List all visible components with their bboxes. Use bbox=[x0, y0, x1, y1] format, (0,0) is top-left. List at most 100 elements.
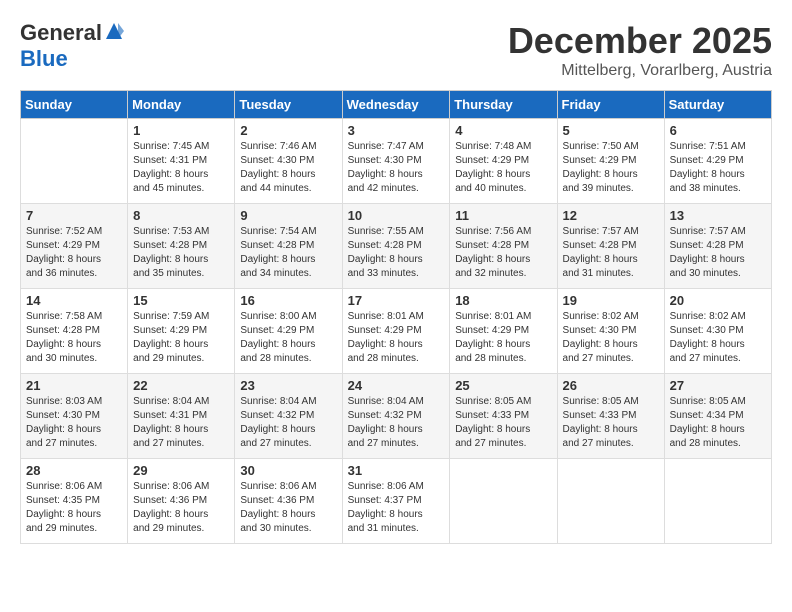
day-number: 10 bbox=[348, 208, 445, 223]
cell-content: Sunrise: 7:57 AMSunset: 4:28 PMDaylight:… bbox=[563, 225, 659, 281]
logo: General Blue bbox=[20, 20, 124, 72]
cell-content: Sunrise: 8:05 AMSunset: 4:34 PMDaylight:… bbox=[670, 395, 766, 451]
day-number: 8 bbox=[133, 208, 229, 223]
calendar-cell: 14 Sunrise: 7:58 AMSunset: 4:28 PMDayligh… bbox=[21, 289, 128, 374]
calendar-cell bbox=[21, 119, 128, 204]
location-text: Mittelberg, Vorarlberg, Austria bbox=[508, 62, 772, 80]
calendar-day-header: Wednesday bbox=[342, 91, 450, 119]
cell-content: Sunrise: 8:04 AMSunset: 4:32 PMDaylight:… bbox=[348, 395, 445, 451]
calendar-cell: 9 Sunrise: 7:54 AMSunset: 4:28 PMDaylight… bbox=[235, 204, 342, 289]
calendar-cell: 30Sunrise: 8:06 AMSunset: 4:36 PMDayligh… bbox=[235, 459, 342, 544]
calendar-cell: 31 Sunrise: 8:06 AMSunset: 4:37 PMDayligh… bbox=[342, 459, 450, 544]
day-number: 30 bbox=[240, 463, 336, 478]
day-number: 26 bbox=[563, 378, 659, 393]
calendar-cell: 7 Sunrise: 7:52 AMSunset: 4:29 PMDaylight… bbox=[21, 204, 128, 289]
cell-content: Sunrise: 8:04 AMSunset: 4:31 PMDaylight:… bbox=[133, 395, 229, 451]
day-number: 21 bbox=[26, 378, 122, 393]
day-number: 22 bbox=[133, 378, 229, 393]
calendar-cell: 20 Sunrise: 8:02 AMSunset: 4:30 PMDayligh… bbox=[664, 289, 771, 374]
cell-content: Sunrise: 7:53 AMSunset: 4:28 PMDaylight:… bbox=[133, 225, 229, 281]
calendar-week-row: 7 Sunrise: 7:52 AMSunset: 4:29 PMDaylight… bbox=[21, 204, 772, 289]
calendar-week-row: 1 Sunrise: 7:45 AMSunset: 4:31 PMDaylight… bbox=[21, 119, 772, 204]
day-number: 23 bbox=[240, 378, 336, 393]
cell-content: Sunrise: 8:00 AMSunset: 4:29 PMDaylight:… bbox=[240, 310, 336, 366]
calendar-cell: 27 Sunrise: 8:05 AMSunset: 4:34 PMDayligh… bbox=[664, 374, 771, 459]
day-number: 4 bbox=[455, 123, 551, 138]
cell-content: Sunrise: 7:56 AMSunset: 4:28 PMDaylight:… bbox=[455, 225, 551, 281]
title-block: December 2025 Mittelberg, Vorarlberg, Au… bbox=[508, 20, 772, 80]
cell-content: Sunrise: 8:06 AMSunset: 4:36 PMDaylight:… bbox=[133, 480, 229, 536]
calendar-week-row: 21 Sunrise: 8:03 AMSunset: 4:30 PMDayligh… bbox=[21, 374, 772, 459]
cell-content: Sunrise: 7:52 AMSunset: 4:29 PMDaylight:… bbox=[26, 225, 122, 281]
calendar-cell: 10 Sunrise: 7:55 AMSunset: 4:28 PMDayligh… bbox=[342, 204, 450, 289]
calendar-cell: 21 Sunrise: 8:03 AMSunset: 4:30 PMDayligh… bbox=[21, 374, 128, 459]
day-number: 24 bbox=[348, 378, 445, 393]
day-number: 6 bbox=[670, 123, 766, 138]
cell-content: Sunrise: 8:04 AMSunset: 4:32 PMDaylight:… bbox=[240, 395, 336, 451]
calendar-cell: 19 Sunrise: 8:02 AMSunset: 4:30 PMDayligh… bbox=[557, 289, 664, 374]
cell-content: Sunrise: 7:51 AMSunset: 4:29 PMDaylight:… bbox=[670, 140, 766, 196]
calendar-cell: 2 Sunrise: 7:46 AMSunset: 4:30 PMDaylight… bbox=[235, 119, 342, 204]
calendar-week-row: 14 Sunrise: 7:58 AMSunset: 4:28 PMDayligh… bbox=[21, 289, 772, 374]
calendar-cell: 22 Sunrise: 8:04 AMSunset: 4:31 PMDayligh… bbox=[128, 374, 235, 459]
cell-content: Sunrise: 7:48 AMSunset: 4:29 PMDaylight:… bbox=[455, 140, 551, 196]
calendar-day-header: Monday bbox=[128, 91, 235, 119]
cell-content: Sunrise: 8:05 AMSunset: 4:33 PMDaylight:… bbox=[563, 395, 659, 451]
day-number: 5 bbox=[563, 123, 659, 138]
page-header: General Blue December 2025 Mittelberg, V… bbox=[20, 20, 772, 80]
cell-content: Sunrise: 7:58 AMSunset: 4:28 PMDaylight:… bbox=[26, 310, 122, 366]
calendar-cell: 17 Sunrise: 8:01 AMSunset: 4:29 PMDayligh… bbox=[342, 289, 450, 374]
cell-content: Sunrise: 8:03 AMSunset: 4:30 PMDaylight:… bbox=[26, 395, 122, 451]
day-number: 7 bbox=[26, 208, 122, 223]
day-number: 13 bbox=[670, 208, 766, 223]
cell-content: Sunrise: 8:01 AMSunset: 4:29 PMDaylight:… bbox=[455, 310, 551, 366]
day-number: 2 bbox=[240, 123, 336, 138]
calendar-cell: 4 Sunrise: 7:48 AMSunset: 4:29 PMDaylight… bbox=[450, 119, 557, 204]
month-title: December 2025 bbox=[508, 20, 772, 62]
calendar-cell: 24 Sunrise: 8:04 AMSunset: 4:32 PMDayligh… bbox=[342, 374, 450, 459]
cell-content: Sunrise: 7:46 AMSunset: 4:30 PMDaylight:… bbox=[240, 140, 336, 196]
calendar-cell: 16 Sunrise: 8:00 AMSunset: 4:29 PMDayligh… bbox=[235, 289, 342, 374]
calendar-cell bbox=[450, 459, 557, 544]
calendar-cell: 25Sunrise: 8:05 AMSunset: 4:33 PMDayligh… bbox=[450, 374, 557, 459]
cell-content: Sunrise: 8:02 AMSunset: 4:30 PMDaylight:… bbox=[563, 310, 659, 366]
calendar-cell: 15Sunrise: 7:59 AMSunset: 4:29 PMDayligh… bbox=[128, 289, 235, 374]
cell-content: Sunrise: 8:01 AMSunset: 4:29 PMDaylight:… bbox=[348, 310, 445, 366]
calendar-cell: 13 Sunrise: 7:57 AMSunset: 4:28 PMDayligh… bbox=[664, 204, 771, 289]
cell-content: Sunrise: 7:55 AMSunset: 4:28 PMDaylight:… bbox=[348, 225, 445, 281]
cell-content: Sunrise: 7:45 AMSunset: 4:31 PMDaylight:… bbox=[133, 140, 229, 196]
calendar-cell: 11Sunrise: 7:56 AMSunset: 4:28 PMDayligh… bbox=[450, 204, 557, 289]
calendar-cell: 29Sunrise: 8:06 AMSunset: 4:36 PMDayligh… bbox=[128, 459, 235, 544]
day-number: 1 bbox=[133, 123, 229, 138]
cell-content: Sunrise: 7:50 AMSunset: 4:29 PMDaylight:… bbox=[563, 140, 659, 196]
cell-content: Sunrise: 7:47 AMSunset: 4:30 PMDaylight:… bbox=[348, 140, 445, 196]
day-number: 14 bbox=[26, 293, 122, 308]
day-number: 9 bbox=[240, 208, 336, 223]
cell-content: Sunrise: 8:05 AMSunset: 4:33 PMDaylight:… bbox=[455, 395, 551, 451]
day-number: 16 bbox=[240, 293, 336, 308]
cell-content: Sunrise: 8:06 AMSunset: 4:37 PMDaylight:… bbox=[348, 480, 445, 536]
calendar-cell: 12Sunrise: 7:57 AMSunset: 4:28 PMDayligh… bbox=[557, 204, 664, 289]
calendar-week-row: 28Sunrise: 8:06 AMSunset: 4:35 PMDayligh… bbox=[21, 459, 772, 544]
calendar-day-header: Tuesday bbox=[235, 91, 342, 119]
day-number: 27 bbox=[670, 378, 766, 393]
calendar-cell: 1 Sunrise: 7:45 AMSunset: 4:31 PMDaylight… bbox=[128, 119, 235, 204]
day-number: 17 bbox=[348, 293, 445, 308]
calendar-cell: 18Sunrise: 8:01 AMSunset: 4:29 PMDayligh… bbox=[450, 289, 557, 374]
day-number: 31 bbox=[348, 463, 445, 478]
calendar-cell: 5 Sunrise: 7:50 AMSunset: 4:29 PMDaylight… bbox=[557, 119, 664, 204]
logo-icon bbox=[104, 21, 124, 41]
calendar-cell: 8 Sunrise: 7:53 AMSunset: 4:28 PMDaylight… bbox=[128, 204, 235, 289]
day-number: 20 bbox=[670, 293, 766, 308]
logo-general-text: General bbox=[20, 20, 102, 46]
logo-blue-text: Blue bbox=[20, 46, 68, 72]
day-number: 19 bbox=[563, 293, 659, 308]
calendar-cell: 26 Sunrise: 8:05 AMSunset: 4:33 PMDayligh… bbox=[557, 374, 664, 459]
cell-content: Sunrise: 7:57 AMSunset: 4:28 PMDaylight:… bbox=[670, 225, 766, 281]
day-number: 15 bbox=[133, 293, 229, 308]
cell-content: Sunrise: 8:02 AMSunset: 4:30 PMDaylight:… bbox=[670, 310, 766, 366]
cell-content: Sunrise: 8:06 AMSunset: 4:35 PMDaylight:… bbox=[26, 480, 122, 536]
calendar-table: SundayMondayTuesdayWednesdayThursdayFrid… bbox=[20, 90, 772, 544]
calendar-header-row: SundayMondayTuesdayWednesdayThursdayFrid… bbox=[21, 91, 772, 119]
cell-content: Sunrise: 7:54 AMSunset: 4:28 PMDaylight:… bbox=[240, 225, 336, 281]
